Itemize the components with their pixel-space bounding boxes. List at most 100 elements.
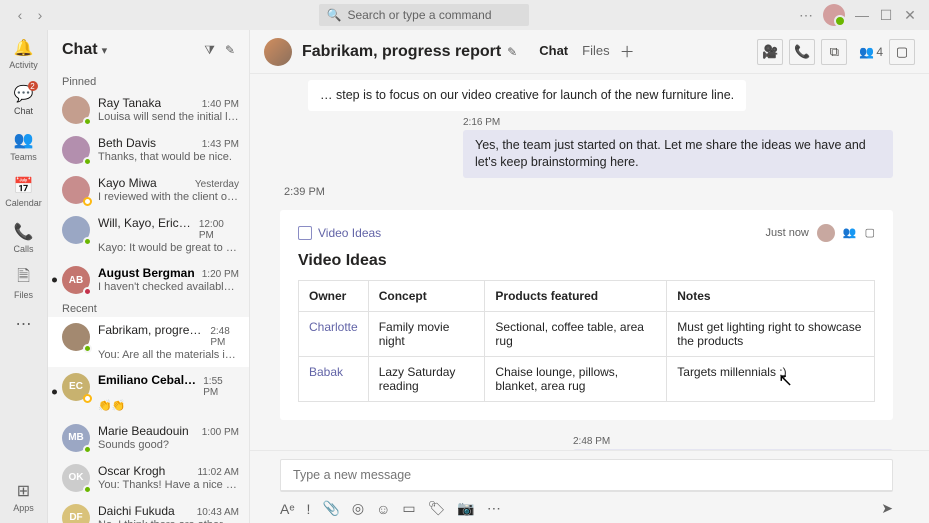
chat-list-item[interactable]: OKOscar Krogh11:02 AMYou: Thanks! Have a… <box>48 458 249 498</box>
search-icon: 🔍 <box>327 8 342 22</box>
send-button[interactable]: ➤ <box>881 500 893 517</box>
chat-list-item[interactable]: DFDaichi Fukuda10:43 AMNo, I think there… <box>48 498 249 523</box>
chat-list-item[interactable]: Fabrikam, progress report2:48 PMYou: Are… <box>48 317 249 367</box>
window-close-icon[interactable]: ✕ <box>903 8 917 22</box>
tab-chat[interactable]: Chat <box>539 31 568 72</box>
emoji-icon[interactable]: ☺ <box>376 501 390 517</box>
share-screen-button[interactable]: ⧉ <box>821 39 847 65</box>
chat-list-item[interactable]: Will, Kayo, Eric, +212:00 PMKayo: It wou… <box>48 210 249 260</box>
chat-time: 1:40 PM <box>202 99 239 110</box>
search-input[interactable]: 🔍 Search or type a command <box>319 4 529 26</box>
chat-preview: You: Are all the materials in? I'll uplo… <box>98 349 239 361</box>
avatar <box>62 216 90 244</box>
teams-icon: 👥 <box>13 130 33 150</box>
chat-list-item[interactable]: MBMarie Beaudouin1:00 PMSounds good? <box>48 418 249 458</box>
chat-title: Fabrikam, progress report <box>302 43 501 61</box>
rail-teams[interactable]: 👥 Teams <box>10 130 37 162</box>
attach-icon[interactable]: 📎 <box>322 500 339 517</box>
rail-activity[interactable]: 🔔 Activity <box>9 38 38 70</box>
cell-products: Chaise lounge, pillows, blanket, area ru… <box>485 356 667 401</box>
audio-call-button[interactable]: 📞 <box>789 39 815 65</box>
rail-calls[interactable]: 📞 Calls <box>13 222 33 254</box>
chatlist-title: Chat <box>62 41 98 59</box>
chat-list-item[interactable]: Beth Davis1:43 PMThanks, that would be n… <box>48 130 249 170</box>
add-tab-button[interactable]: ＋ <box>620 41 635 62</box>
table-row[interactable]: Charlotte Family movie night Sectional, … <box>299 311 875 356</box>
tab-files[interactable]: Files <box>582 31 609 72</box>
conversation-pane: Fabrikam, progress report ✎ Chat Files ＋… <box>250 30 929 523</box>
message-bubble[interactable]: Yes, the team just started on that. Let … <box>463 130 893 178</box>
app-rail: 🔔 Activity 💬2 Chat 👥 Teams 📅 Calendar 📞 … <box>0 30 48 523</box>
participants-button[interactable]: 👥 4 <box>859 45 883 59</box>
share-icon[interactable]: 👥 <box>843 226 857 239</box>
card-chip-label[interactable]: Video Ideas <box>318 226 381 240</box>
window-maximize-icon[interactable]: ☐ <box>879 8 893 22</box>
expand-icon[interactable]: ▢ <box>865 226 875 239</box>
chat-name: August Bergman <box>98 266 195 280</box>
sticker-icon[interactable]: 🏷 <box>428 500 446 517</box>
card-title: Video Ideas <box>298 252 875 270</box>
more-compose-icon[interactable]: ⋯ <box>487 500 501 517</box>
card-timestamp: Just now <box>765 227 808 239</box>
window-minimize-icon[interactable]: — <box>855 8 869 22</box>
message-input[interactable] <box>280 459 893 492</box>
rail-label: Teams <box>10 152 37 162</box>
chat-icon: 💬2 <box>14 84 34 104</box>
nav-forward[interactable]: › <box>32 7 48 23</box>
chat-preview: Kayo: It would be great to sync with… <box>98 242 239 254</box>
chat-time: 1:55 PM <box>203 376 239 398</box>
chat-header: Fabrikam, progress report ✎ Chat Files ＋… <box>250 30 929 74</box>
rail-more[interactable]: ⋯ <box>14 314 34 334</box>
chat-list-item[interactable]: Kayo MiwaYesterdayI reviewed with the cl… <box>48 170 249 210</box>
more-icon[interactable]: ⋯ <box>799 8 813 22</box>
col-concept: Concept <box>368 280 485 311</box>
rail-calendar[interactable]: 📅 Calendar <box>5 176 42 208</box>
chevron-down-icon[interactable]: ▾ <box>102 44 108 57</box>
message-bubble[interactable]: … step is to focus on our video creative… <box>308 80 746 111</box>
loop-icon[interactable]: ◎ <box>352 500 364 517</box>
col-owner: Owner <box>299 280 369 311</box>
pop-out-button[interactable]: ▢ <box>889 39 915 65</box>
more-icon: ⋯ <box>14 314 34 334</box>
editor-avatar[interactable] <box>817 224 835 242</box>
chat-preview: Thanks, that would be nice. <box>98 151 239 163</box>
priority-icon[interactable]: ! <box>307 501 311 517</box>
rail-chat[interactable]: 💬2 Chat <box>14 84 34 116</box>
gif-icon[interactable]: ▭ <box>402 500 415 517</box>
rail-label: Files <box>14 290 33 300</box>
user-avatar[interactable] <box>823 4 845 26</box>
rail-label: Chat <box>14 106 33 116</box>
col-products: Products featured <box>485 280 667 311</box>
rail-label: Calendar <box>5 198 42 208</box>
chat-preview: I haven't checked available times yet <box>98 281 239 293</box>
chat-list-item[interactable]: ABAugust Bergman1:20 PMI haven't checked… <box>48 260 249 297</box>
chat-time: Yesterday <box>195 179 239 190</box>
chat-list-item[interactable]: ECEmiliano Ceballos1:55 PM👏👏 <box>48 367 249 418</box>
filter-icon[interactable]: ⧩ <box>204 43 215 58</box>
chat-time: 10:43 AM <box>197 507 239 518</box>
chat-time: 1:20 PM <box>202 269 239 280</box>
table-row[interactable]: Babak Lazy Saturday reading Chaise loung… <box>299 356 875 401</box>
cell-owner[interactable]: Charlotte <box>299 311 369 356</box>
edit-icon[interactable]: ✎ <box>507 45 517 59</box>
chat-name: Beth Davis <box>98 136 156 150</box>
chat-preview: 👏👏 <box>98 399 239 412</box>
meet-icon[interactable]: 📷 <box>457 500 474 517</box>
rail-apps[interactable]: ⊞ Apps <box>13 481 34 513</box>
chat-time: 2:48 PM <box>210 326 239 348</box>
avatar: OK <box>62 464 90 492</box>
video-call-button[interactable]: 🎥 <box>757 39 783 65</box>
chat-list-item[interactable]: Ray Tanaka1:40 PMLouisa will send the in… <box>48 90 249 130</box>
cell-owner[interactable]: Babak <box>299 356 369 401</box>
chat-time: 1:00 PM <box>202 427 239 438</box>
phone-icon: 📞 <box>13 222 33 242</box>
rail-files[interactable]: 🗎 Files <box>14 268 34 300</box>
avatar: MB <box>62 424 90 452</box>
new-chat-icon[interactable]: ✎ <box>225 43 235 58</box>
nav-back[interactable]: ‹ <box>12 7 28 23</box>
video-ideas-card[interactable]: Video Ideas Just now 👥 ▢ Video Ideas Own… <box>280 210 893 420</box>
chat-avatar[interactable] <box>264 38 292 66</box>
format-icon[interactable]: Aᵉ <box>280 501 295 517</box>
calendar-icon: 📅 <box>14 176 34 196</box>
chat-preview: No, I think there are other alternatives… <box>98 519 239 523</box>
